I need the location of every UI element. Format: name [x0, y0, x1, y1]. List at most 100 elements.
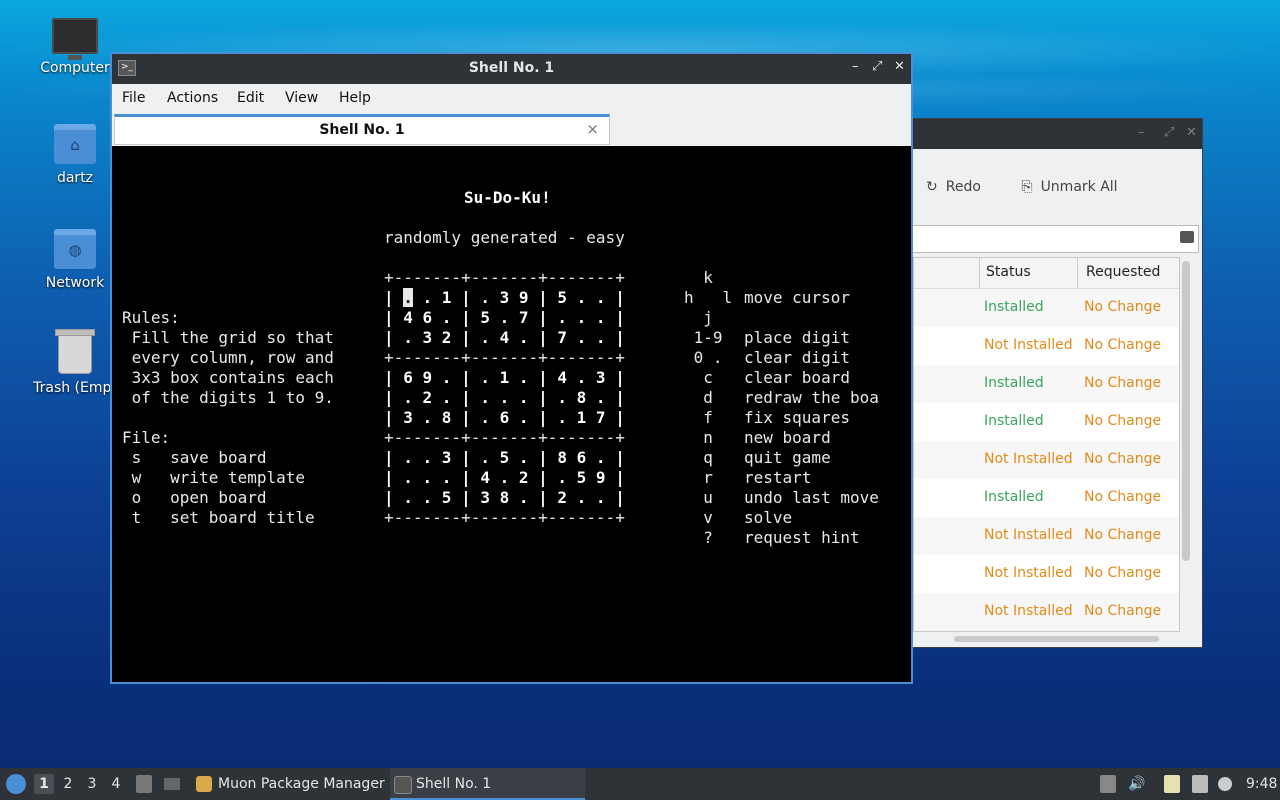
grid-row[interactable]: | 4 6 . | 5 . 7 | . . . |: [384, 308, 625, 328]
muon-titlebar[interactable]: – ⤢ ✕: [906, 119, 1202, 149]
eject-icon[interactable]: [1100, 775, 1116, 793]
key-binding: u: [684, 488, 713, 507]
workspace-3[interactable]: 3: [82, 774, 102, 794]
menu-file[interactable]: File: [122, 90, 145, 106]
horizontal-scrollbar[interactable]: [954, 636, 1159, 642]
grid-row[interactable]: | . . 1 | . 3 9 | 5 . . |: [384, 288, 625, 308]
status-cell: Installed: [984, 489, 1044, 505]
grid-row[interactable]: | 6 9 . | . 1 . | 4 . 3 |: [384, 368, 625, 388]
key-binding: f: [684, 408, 713, 427]
requested-cell: No Change: [1084, 603, 1162, 619]
start-menu-icon[interactable]: [6, 774, 26, 794]
key-binding: h l: [684, 288, 733, 307]
unmark-icon: ⎘: [1021, 179, 1033, 195]
game-subtitle: randomly generated - easy: [384, 228, 625, 247]
grid-row[interactable]: | . . 5 | 3 8 . | 2 . . |: [384, 488, 625, 508]
unmark-all-button[interactable]: ⎘ Unmark All: [1021, 179, 1135, 195]
workspace-4[interactable]: 4: [106, 774, 126, 794]
terminal-window[interactable]: >_ Shell No. 1 – ⤢ ✕ File Actions Edit V…: [110, 52, 913, 684]
rules-line: Fill the grid so that: [122, 328, 334, 347]
redo-button[interactable]: ↻ Redo: [926, 179, 999, 195]
table-row[interactable]: Installed No Change: [914, 479, 1179, 517]
table-row[interactable]: Not Installed No Change: [914, 327, 1179, 365]
rules-line: of the digits 1 to 9.: [122, 388, 334, 407]
network-folder-icon: ◍: [54, 229, 96, 269]
maximize-button[interactable]: ⤢: [872, 59, 882, 74]
key-description: clear board: [744, 368, 850, 387]
maximize-icon[interactable]: ⤢: [1164, 125, 1174, 140]
file-command: w write template: [122, 468, 306, 487]
grid-row[interactable]: | . 3 2 | . 4 . | 7 . . |: [384, 328, 625, 348]
rules-line: 3x3 box contains each: [122, 368, 334, 387]
requested-cell: No Change: [1084, 489, 1162, 505]
notification-icon[interactable]: [1192, 775, 1208, 793]
clock[interactable]: 9:48: [1246, 768, 1277, 800]
key-binding: ?: [684, 528, 713, 547]
table-row[interactable]: Not Installed No Change: [914, 593, 1179, 631]
workspace-2[interactable]: 2: [58, 774, 78, 794]
tab-close-icon[interactable]: ×: [586, 120, 599, 138]
requested-cell: No Change: [1084, 451, 1162, 467]
terminal-titlebar[interactable]: >_ Shell No. 1 – ⤢ ✕: [112, 54, 911, 84]
workspace-1[interactable]: 1: [34, 774, 54, 794]
table-row[interactable]: Not Installed No Change: [914, 517, 1179, 555]
table-row[interactable]: Installed No Change: [914, 403, 1179, 441]
taskbar: 1 2 3 4 Muon Package Manager Shell No. 1…: [0, 768, 1280, 800]
grid-row[interactable]: | . 2 . | . . . | . 8 . |: [384, 388, 625, 408]
minimize-button[interactable]: –: [852, 59, 859, 74]
game-title: Su-Do-Ku!: [464, 188, 551, 207]
minimize-icon[interactable]: –: [1138, 125, 1145, 140]
key-binding: q: [684, 448, 713, 467]
requested-cell: No Change: [1084, 375, 1162, 391]
key-binding: k: [684, 268, 713, 287]
menu-help[interactable]: Help: [339, 90, 371, 106]
package-list[interactable]: Status Requested Installed No Change Not I…: [913, 257, 1180, 632]
column-header-requested[interactable]: Requested: [1086, 264, 1160, 280]
grid-border: +-------+-------+-------+: [384, 428, 625, 447]
menu-edit[interactable]: Edit: [237, 90, 264, 106]
show-desktop-icon[interactable]: [164, 778, 180, 790]
task-shell[interactable]: Shell No. 1: [390, 768, 585, 800]
requested-cell: No Change: [1084, 565, 1162, 581]
home-folder-icon: ⌂: [54, 124, 96, 164]
search-input[interactable]: [911, 225, 1199, 253]
grid-border: +-------+-------+-------+: [384, 348, 625, 367]
grid-row[interactable]: | 3 . 8 | . 6 . | . 1 7 |: [384, 408, 625, 428]
table-row[interactable]: Installed No Change: [914, 365, 1179, 403]
status-cell: Installed: [984, 413, 1044, 429]
task-muon[interactable]: Muon Package Manager: [192, 768, 410, 800]
clipboard-icon[interactable]: [1164, 775, 1180, 793]
terminal-screen[interactable]: Su-Do-Ku! randomly generated - easy Rule…: [112, 146, 911, 682]
file-manager-icon[interactable]: [136, 775, 152, 793]
grid-border: +-------+-------+-------+: [384, 508, 625, 527]
vertical-scrollbar[interactable]: [1182, 261, 1190, 561]
status-cell: Installed: [984, 375, 1044, 391]
close-icon[interactable]: ✕: [1186, 125, 1197, 140]
column-header-status[interactable]: Status: [986, 264, 1031, 280]
grid-row[interactable]: | . . . | 4 . 2 | . 5 9 |: [384, 468, 625, 488]
grid-row[interactable]: | . . 3 | . 5 . | 8 6 . |: [384, 448, 625, 468]
key-binding: v: [684, 508, 713, 527]
menu-view[interactable]: View: [285, 90, 318, 106]
muon-window[interactable]: – ⤢ ✕ ↻ Redo ⎘ Unmark All Status Requested…: [905, 118, 1203, 648]
menu-actions[interactable]: Actions: [167, 90, 218, 106]
key-binding: 1-9: [684, 328, 723, 347]
key-binding: r: [684, 468, 713, 487]
table-row[interactable]: Not Installed No Change: [914, 441, 1179, 479]
table-row[interactable]: Installed No Change: [914, 289, 1179, 327]
volume-icon[interactable]: 🔊: [1128, 775, 1145, 793]
grid-border: +-------+-------+-------+: [384, 268, 625, 287]
close-button[interactable]: ✕: [894, 59, 905, 74]
network-icon[interactable]: [1218, 777, 1232, 791]
clear-search-icon[interactable]: [1180, 231, 1194, 243]
key-description: fix squares: [744, 408, 850, 427]
key-description: clear digit: [744, 348, 850, 367]
key-description: place digit: [744, 328, 850, 347]
file-title: File:: [122, 428, 171, 447]
menu-bar: File Actions Edit View Help: [112, 84, 911, 113]
tab-shell-1[interactable]: Shell No. 1 ×: [114, 114, 610, 145]
file-command: o open board: [122, 488, 267, 507]
file-command: s save board: [122, 448, 267, 467]
redo-icon: ↻: [926, 179, 938, 195]
table-row[interactable]: Not Installed No Change: [914, 555, 1179, 593]
